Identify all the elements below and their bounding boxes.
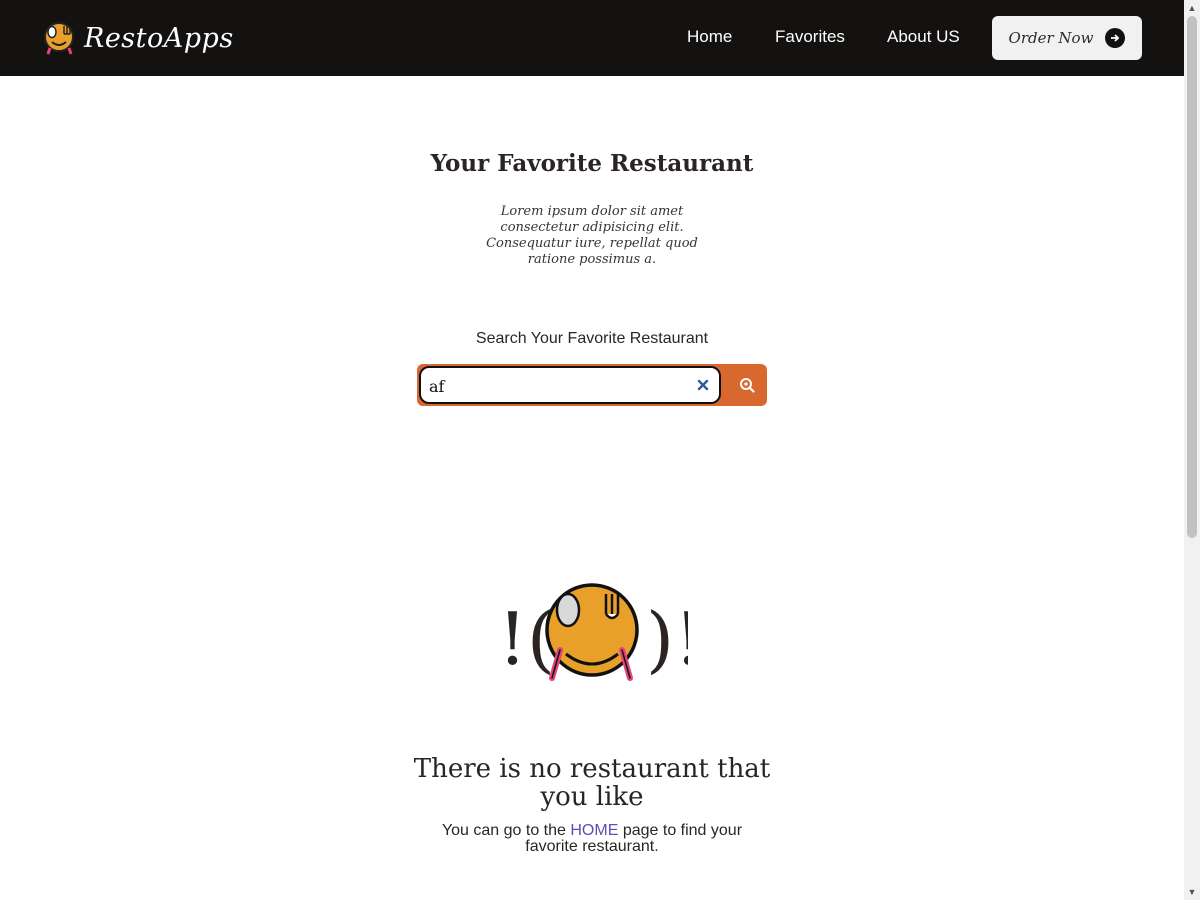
empty-state-text: You can go to the HOME page to find your…: [0, 823, 1184, 855]
scroll-down-arrow-icon[interactable]: ▼: [1184, 884, 1200, 900]
close-icon[interactable]: [695, 377, 711, 393]
search-label: Search Your Favorite Restaurant: [475, 330, 709, 347]
logo-icon: [44, 22, 74, 55]
empty-title-line-1: There is no restaurant that: [413, 754, 771, 784]
empty-state-illustration: !( )!: [498, 583, 688, 681]
illustration-right-text: )!: [646, 597, 688, 681]
empty-text-after-link: page to find your: [622, 822, 743, 839]
empty-title-line-2: you like: [540, 782, 644, 812]
brand-name: RestoApps: [84, 22, 234, 54]
navbar: RestoApps Home Favorites About US Order …: [0, 0, 1184, 76]
arrow-right-icon: [1105, 28, 1126, 48]
empty-state-title: There is no restaurant that you like: [0, 755, 1184, 811]
nav-home-link[interactable]: Home: [687, 27, 732, 47]
nav-about-link[interactable]: About US: [887, 27, 960, 47]
search-bar: [417, 364, 767, 406]
scrollbar[interactable]: ▲ ▼: [1184, 0, 1200, 900]
scroll-up-arrow-icon[interactable]: ▲: [1184, 0, 1200, 16]
empty-text-before-link: You can go to the: [441, 822, 566, 839]
page-title: Your Favorite Restaurant: [430, 150, 754, 177]
page-subtitle: Lorem ipsum dolor sit amet consectetur a…: [486, 204, 698, 267]
search-input[interactable]: [429, 375, 689, 397]
brand[interactable]: RestoApps: [42, 18, 234, 58]
home-link[interactable]: HOME: [570, 822, 618, 839]
scroll-thumb[interactable]: [1187, 16, 1197, 538]
empty-text-line-2: favorite restaurant.: [525, 838, 659, 855]
search-input-wrapper: [419, 366, 721, 404]
order-now-label: Order Now: [1008, 29, 1094, 47]
nav-favorites-link[interactable]: Favorites: [775, 27, 845, 47]
search-icon: [740, 378, 755, 393]
search-button[interactable]: [727, 364, 767, 406]
order-now-button[interactable]: Order Now: [992, 16, 1142, 60]
empty-text-line-1: You can go to the HOME page to find your: [0, 823, 1184, 839]
